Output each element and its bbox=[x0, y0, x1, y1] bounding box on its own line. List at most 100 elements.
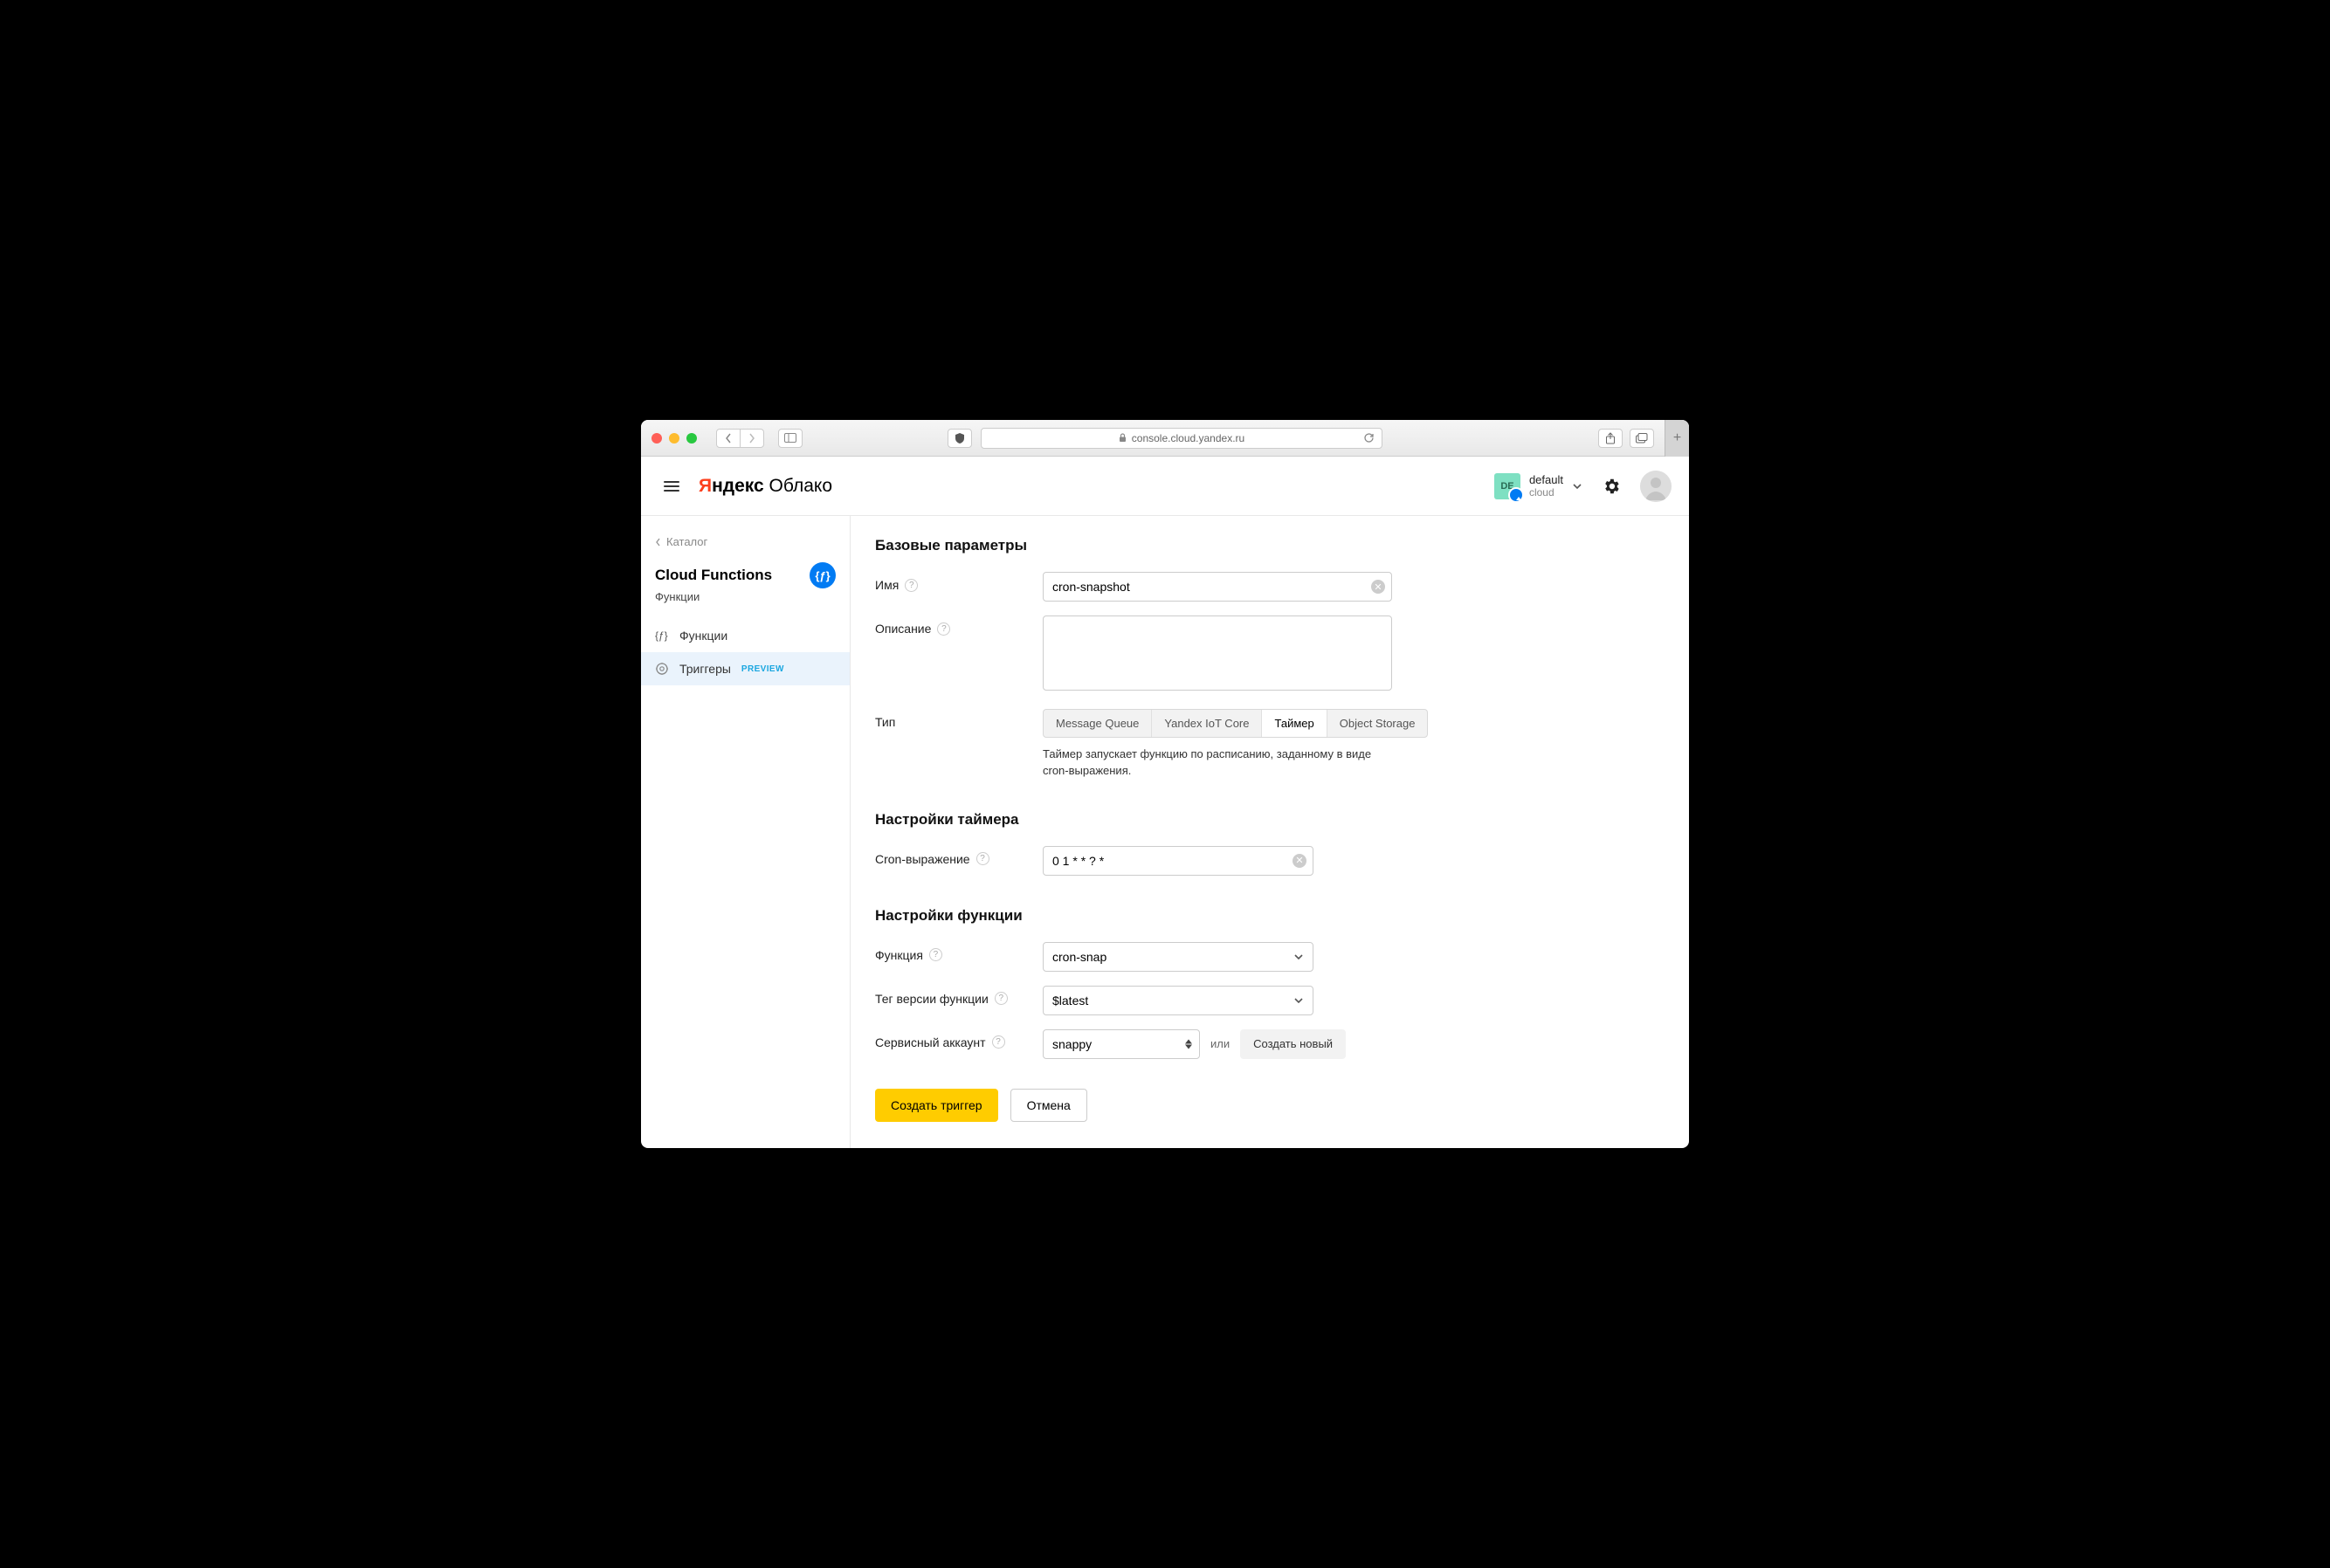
sidebar-toggle-button[interactable] bbox=[778, 429, 803, 448]
avatar[interactable] bbox=[1640, 471, 1672, 502]
org-badge-text: DE bbox=[1500, 481, 1513, 492]
privacy-button[interactable] bbox=[948, 429, 972, 448]
help-icon[interactable]: ? bbox=[976, 852, 989, 865]
row-description: Описание ? bbox=[875, 616, 1665, 695]
tag-label-wrap: Тег версии функции ? bbox=[875, 986, 1043, 1006]
name-input[interactable] bbox=[1043, 572, 1392, 602]
address-bar[interactable]: console.cloud.yandex.ru bbox=[981, 428, 1382, 449]
sidebar-item-triggers[interactable]: Триггеры PREVIEW bbox=[641, 652, 850, 685]
chevron-down-icon bbox=[1293, 997, 1304, 1004]
help-icon[interactable]: ? bbox=[905, 579, 918, 592]
type-ctrl: Message Queue Yandex IoT Core Таймер Obj… bbox=[1043, 709, 1428, 780]
help-icon[interactable]: ? bbox=[995, 992, 1008, 1005]
row-name: Имя ? ✕ bbox=[875, 572, 1665, 602]
clear-name-button[interactable]: ✕ bbox=[1371, 580, 1385, 594]
section-basic-title: Базовые параметры bbox=[875, 537, 1665, 554]
create-trigger-button[interactable]: Создать триггер bbox=[875, 1089, 998, 1122]
menu-button[interactable] bbox=[658, 473, 685, 499]
breadcrumb-label: Каталог bbox=[666, 535, 707, 548]
desc-ctrl bbox=[1043, 616, 1392, 695]
service-title: Cloud Functions bbox=[655, 567, 772, 584]
preview-badge: PREVIEW bbox=[741, 664, 784, 674]
new-tab-button[interactable]: + bbox=[1665, 420, 1689, 457]
row-function: Функция ? cron-snap bbox=[875, 942, 1665, 972]
logo-andex: ндекс bbox=[712, 476, 764, 496]
function-select[interactable]: cron-snap bbox=[1043, 942, 1313, 972]
cron-input-wrap: ✕ bbox=[1043, 846, 1313, 876]
close-window-button[interactable] bbox=[651, 433, 662, 444]
org-sub: cloud bbox=[1529, 486, 1563, 499]
service-subtitle: Функции bbox=[641, 590, 850, 619]
forward-button[interactable] bbox=[740, 429, 764, 448]
maximize-window-button[interactable] bbox=[686, 433, 697, 444]
sa-ctrl: snappy или Создать новый bbox=[1043, 1029, 1346, 1059]
help-icon[interactable]: ? bbox=[929, 948, 942, 961]
service-account-select[interactable]: snappy bbox=[1043, 1029, 1200, 1059]
row-tag: Тег версии функции ? $latest bbox=[875, 986, 1665, 1015]
browser-chrome: console.cloud.yandex.ru + bbox=[641, 420, 1689, 457]
org-text: default cloud bbox=[1529, 473, 1563, 499]
breadcrumb-back[interactable]: Каталог bbox=[641, 532, 850, 552]
cron-input[interactable] bbox=[1043, 846, 1313, 876]
tab-message-queue[interactable]: Message Queue bbox=[1044, 710, 1152, 737]
tag-select[interactable]: $latest bbox=[1043, 986, 1313, 1015]
browser-window: console.cloud.yandex.ru + Яндекс Облако bbox=[641, 420, 1689, 1148]
org-switcher[interactable]: DE default cloud bbox=[1494, 473, 1582, 499]
tab-object-storage[interactable]: Object Storage bbox=[1327, 710, 1428, 737]
section-timer-title: Настройки таймера bbox=[875, 811, 1665, 829]
back-button[interactable] bbox=[716, 429, 741, 448]
tab-iot-core[interactable]: Yandex IoT Core bbox=[1152, 710, 1262, 737]
service-icon[interactable]: {ƒ} bbox=[810, 562, 836, 588]
settings-button[interactable] bbox=[1602, 477, 1621, 496]
sa-label-wrap: Сервисный аккаунт ? bbox=[875, 1029, 1043, 1049]
row-cron: Cron-выражение ? ✕ bbox=[875, 846, 1665, 876]
description-input[interactable] bbox=[1043, 616, 1392, 691]
cron-label-wrap: Cron-выражение ? bbox=[875, 846, 1043, 866]
address-bar-group: console.cloud.yandex.ru bbox=[948, 428, 1382, 449]
chevron-left-icon bbox=[655, 538, 661, 547]
share-button[interactable] bbox=[1598, 429, 1623, 448]
chevron-down-icon bbox=[1572, 483, 1582, 490]
function-label-wrap: Функция ? bbox=[875, 942, 1043, 962]
header-right: DE default cloud bbox=[1494, 471, 1672, 502]
updown-icon bbox=[1185, 1039, 1192, 1049]
window-controls bbox=[651, 433, 697, 444]
desc-label-wrap: Описание ? bbox=[875, 616, 1043, 636]
create-service-account-button[interactable]: Создать новый bbox=[1240, 1029, 1346, 1059]
org-name: default bbox=[1529, 473, 1563, 487]
type-hint: Таймер запускает функцию по расписанию, … bbox=[1043, 746, 1392, 780]
app-body: Каталог Cloud Functions {ƒ} Функции {ƒ} … bbox=[641, 516, 1689, 1148]
cron-label: Cron-выражение bbox=[875, 852, 970, 866]
help-icon[interactable]: ? bbox=[992, 1035, 1005, 1049]
minimize-window-button[interactable] bbox=[669, 433, 679, 444]
lock-icon bbox=[1119, 433, 1127, 443]
tab-timer[interactable]: Таймер bbox=[1262, 710, 1327, 737]
function-label: Функция bbox=[875, 948, 923, 962]
app-header: Яндекс Облако DE default cloud bbox=[641, 457, 1689, 516]
url-text: console.cloud.yandex.ru bbox=[1132, 432, 1244, 444]
reload-icon[interactable] bbox=[1363, 432, 1375, 444]
triggers-icon bbox=[655, 662, 669, 676]
type-tabs: Message Queue Yandex IoT Core Таймер Obj… bbox=[1043, 709, 1428, 738]
service-title-row: Cloud Functions {ƒ} bbox=[641, 552, 850, 590]
sa-or-text: или bbox=[1210, 1037, 1230, 1050]
type-label: Тип bbox=[875, 715, 895, 729]
clear-cron-button[interactable]: ✕ bbox=[1293, 854, 1306, 868]
tag-label: Тег версии функции bbox=[875, 992, 989, 1006]
tabs-button[interactable] bbox=[1630, 429, 1654, 448]
tag-ctrl: $latest bbox=[1043, 986, 1313, 1015]
help-icon[interactable]: ? bbox=[937, 622, 950, 636]
chrome-right-buttons bbox=[1598, 429, 1654, 448]
cancel-button[interactable]: Отмена bbox=[1010, 1089, 1087, 1122]
form-actions: Создать триггер Отмена bbox=[875, 1089, 1665, 1122]
logo-cloud: Облако bbox=[764, 476, 832, 496]
sidebar-item-functions[interactable]: {ƒ} Функции bbox=[641, 619, 850, 652]
function-value: cron-snap bbox=[1052, 950, 1106, 964]
logo[interactable]: Яндекс Облако bbox=[699, 476, 832, 497]
type-label-wrap: Тип bbox=[875, 709, 1043, 729]
sa-value: snappy bbox=[1052, 1037, 1092, 1051]
description-label: Описание bbox=[875, 622, 931, 636]
row-type: Тип Message Queue Yandex IoT Core Таймер… bbox=[875, 709, 1665, 780]
sidebar-item-label: Функции bbox=[679, 629, 727, 643]
main-content: Базовые параметры Имя ? ✕ Описание ? bbox=[851, 516, 1689, 1148]
